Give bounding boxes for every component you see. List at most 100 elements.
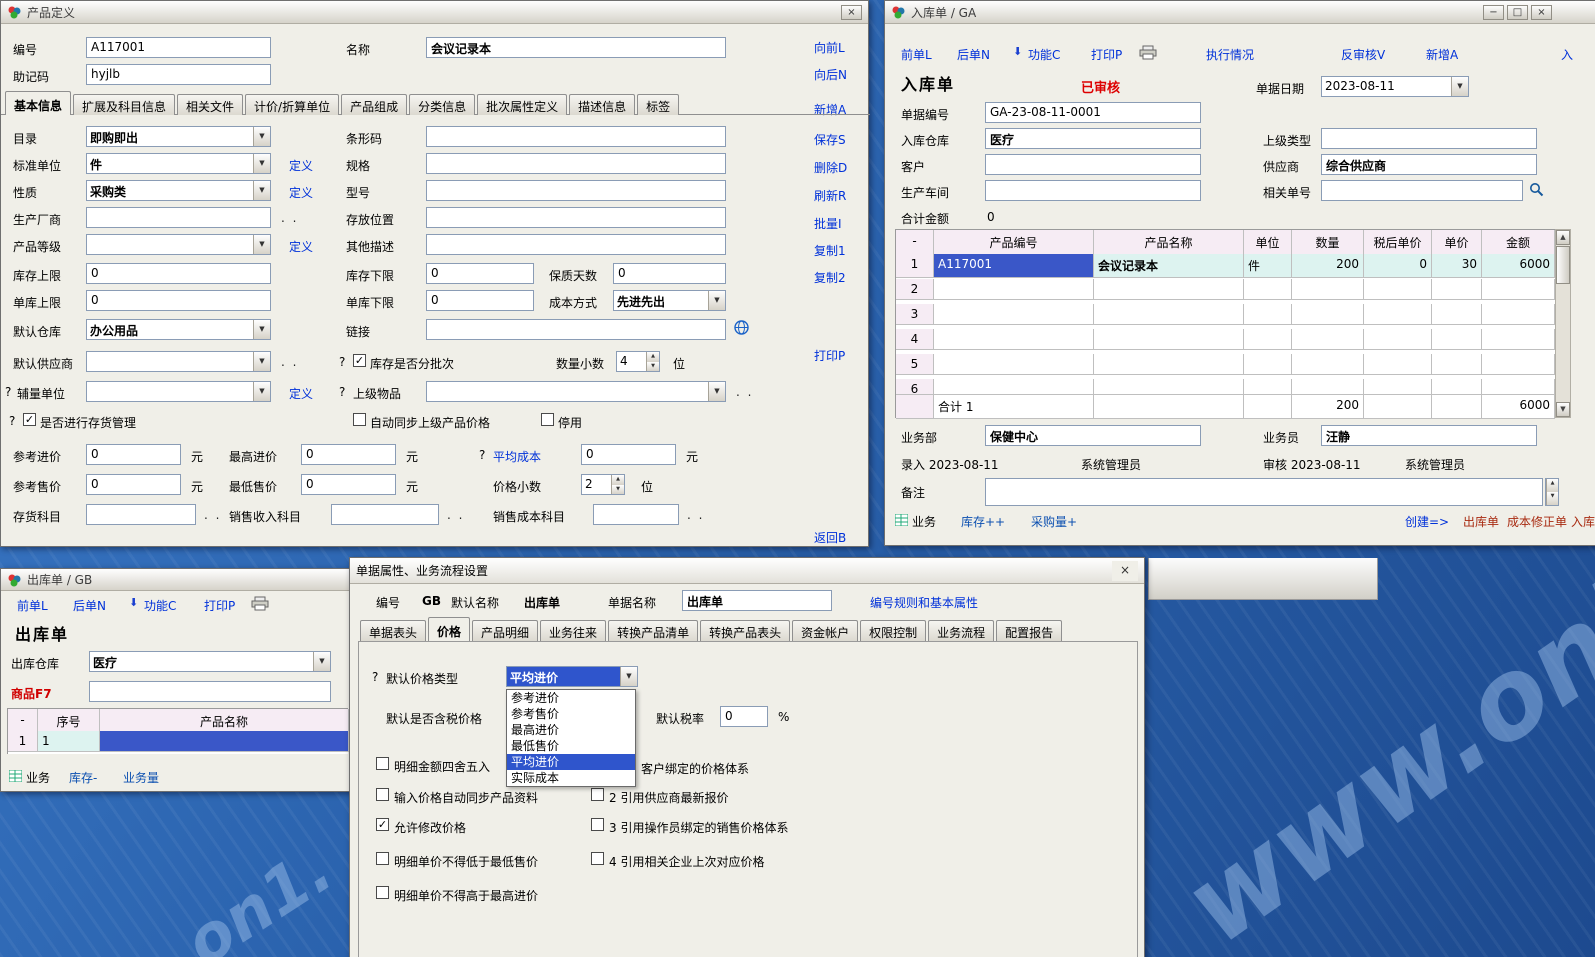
inv-subject-ellipsis-button[interactable]: . . [204,508,221,522]
outbound-next-button[interactable]: 后单N [73,597,106,614]
aux-define-link[interactable]: 定义 [289,385,313,402]
tab-related-files[interactable]: 相关文件 [177,94,243,115]
inv-subject-input[interactable] [86,504,196,525]
inbound-next-button[interactable]: 后单N [957,46,990,63]
spin-up-icon[interactable]: ▲ [611,475,624,485]
chevron-down-icon[interactable]: ▼ [253,235,270,254]
unit-define-link[interactable]: 定义 [289,157,313,174]
outbound-func-button[interactable]: 功能C [144,597,176,614]
product-f7-input[interactable] [89,681,331,702]
min-sell-limit-checkbox[interactable] [376,852,389,865]
tab-convert-header[interactable]: 转换产品表头 [700,620,790,641]
selected-cell[interactable]: A117001 [934,254,1094,278]
inbound-wh-input[interactable]: 医疗 [985,128,1201,149]
chevron-down-icon[interactable]: ▼ [253,352,270,371]
list-item[interactable]: 最低售价 [507,738,635,754]
close-icon[interactable]: × [1112,561,1138,581]
tab-convert-list[interactable]: 转换产品清单 [608,620,698,641]
tab-pricing-unit[interactable]: 计价/折算单位 [245,94,339,115]
tax-rate-input[interactable]: 0 [720,706,768,727]
tab-description[interactable]: 描述信息 [569,94,635,115]
product-name-input[interactable]: 会议记录本 [426,37,726,58]
supplier-quote-checkbox[interactable] [591,788,604,801]
salesman-input[interactable]: 汪静 [1321,425,1537,446]
create-link[interactable]: 创建=> [1405,513,1449,530]
dialog-titlebar[interactable]: 单据属性、业务流程设置 × [350,558,1144,584]
sell-cost-input[interactable] [593,504,679,525]
selected-cell[interactable] [100,731,349,752]
stock-link[interactable]: 库存++ [961,513,1005,530]
mnemonic-input[interactable]: hyjlb [86,64,271,85]
price-decimal-stepper[interactable]: 2 ▲▼ [581,474,625,495]
scroll-up-icon[interactable]: ▲ [1556,230,1570,245]
unit-select[interactable]: 件▼ [86,153,271,174]
link-input[interactable] [426,319,726,340]
inbound-func-button[interactable]: 功能C [1028,46,1060,63]
grade-define-link[interactable]: 定义 [289,238,313,255]
product-titlebar[interactable]: 产品定义 × [1,1,868,24]
cut-toolbar-label[interactable]: 入 [1561,46,1573,63]
outbound-print-button[interactable]: 打印P [204,597,235,614]
avg-cost-input[interactable]: 0 [581,444,676,465]
qty-decimal-stepper[interactable]: 4 ▲▼ [616,351,660,372]
remark-scroll[interactable]: ▲▼ [1545,478,1559,506]
sync-product-price-checkbox[interactable] [376,788,389,801]
chevron-down-icon[interactable]: ▼ [253,181,270,200]
nature-define-link[interactable]: 定义 [289,184,313,201]
tab-product-detail[interactable]: 产品明细 [472,620,538,641]
max-buy-limit-checkbox[interactable] [376,886,389,899]
product-no-input[interactable]: A117001 [86,37,271,58]
parent-item-select[interactable]: ▼ [426,381,726,402]
supplier-ellipsis-button[interactable]: . . [281,355,298,369]
round-amount-checkbox[interactable] [376,757,389,770]
tab-doc-header[interactable]: 单据表头 [360,620,426,641]
chevron-down-icon[interactable]: ▼ [1451,77,1468,96]
stock-lower-input[interactable]: 0 [426,263,534,284]
doc-date-picker[interactable]: 2023-08-11▼ [1321,76,1469,97]
default-supplier-select[interactable]: ▼ [86,351,271,372]
location-input[interactable] [426,207,726,228]
max-buy-input[interactable]: 0 [301,444,396,465]
copy2-button[interactable]: 复制2 [814,269,846,286]
cost-method-select[interactable]: 先进先出▼ [613,290,726,311]
close-icon[interactable]: × [1531,5,1552,20]
printer-icon[interactable] [251,596,269,611]
aux-unit-select[interactable]: ▼ [86,381,271,402]
tab-report-config[interactable]: 配置报告 [996,620,1062,641]
supplier-input[interactable]: 综合供应商 [1321,154,1537,175]
list-item[interactable]: 参考进价 [507,690,635,706]
tab-composition[interactable]: 产品组成 [341,94,407,115]
tab-label[interactable]: 标签 [637,94,679,115]
tab-biz-contacts[interactable]: 业务往来 [540,620,606,641]
avg-cost-link[interactable]: 平均成本 [493,448,541,465]
chevron-down-icon[interactable]: ▼ [708,382,725,401]
spin-down-icon[interactable]: ▼ [611,485,624,495]
sell-income-input[interactable] [331,504,439,525]
scroll-down-icon[interactable]: ▼ [1556,402,1570,417]
spin-up-icon[interactable]: ▲ [646,352,659,362]
outbound-wh-select[interactable]: 医疗▼ [89,651,331,672]
stock-link[interactable]: 库存- [69,769,97,786]
catalog-select[interactable]: 即购即出▼ [86,126,271,147]
parent-ellipsis-button[interactable]: . . [736,385,753,399]
ref-sell-input[interactable]: 0 [86,474,181,495]
spin-down-icon[interactable]: ▼ [646,362,659,372]
maximize-icon[interactable]: □ [1507,5,1528,20]
remark-input[interactable] [985,478,1543,506]
search-icon[interactable] [1529,182,1544,197]
allow-edit-price-checkbox[interactable] [376,818,389,831]
inventory-mgmt-checkbox[interactable] [23,413,36,426]
list-item-selected[interactable]: 平均进价 [507,754,635,770]
sell-cost-ellipsis-button[interactable]: . . [687,508,704,522]
doc-name-input[interactable]: 出库单 [682,590,832,611]
disabled-checkbox[interactable] [541,413,554,426]
add-button[interactable]: 新增A [814,101,846,118]
chevron-down-icon[interactable]: ▼ [253,154,270,173]
biz-link[interactable]: 业务 [26,769,50,786]
sell-income-ellipsis-button[interactable]: . . [447,508,464,522]
spec-input[interactable] [426,153,726,174]
barcode-input[interactable] [426,126,726,147]
create-outbound-link[interactable]: 出库单 [1463,513,1499,530]
outbound-prev-button[interactable]: 前单L [17,597,48,614]
spin-up-icon[interactable]: ▲ [1546,479,1558,492]
